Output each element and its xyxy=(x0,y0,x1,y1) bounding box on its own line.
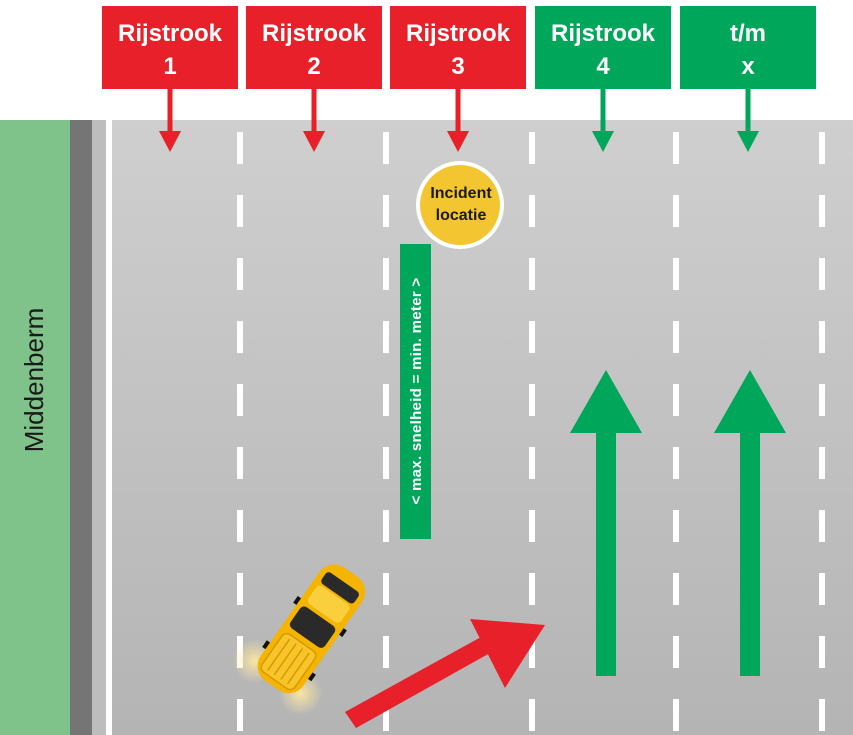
lane-sign-label-line1: t/m xyxy=(730,20,766,47)
incident-marker: Incident locatie xyxy=(416,161,504,249)
lane-sign-label-line2: 2 xyxy=(307,53,320,80)
lane-sign-label-line2: 4 xyxy=(596,53,610,80)
incident-label-line1: Incident xyxy=(430,185,492,202)
incident-label-line2: locatie xyxy=(436,207,487,224)
shoulder xyxy=(92,120,106,735)
incident-circle-fill xyxy=(420,165,500,245)
lane-sign-label-line2: 1 xyxy=(163,53,176,80)
lane-sign-label-line1: Rijstrook xyxy=(118,20,223,47)
lane-sign-label-line1: Rijstrook xyxy=(406,20,511,47)
edge-line xyxy=(106,120,112,735)
lane-sign-label-line1: Rijstrook xyxy=(262,20,367,47)
speed-sign: < max. snelheid = min. meter > xyxy=(400,244,431,539)
lane-sign-label-line1: Rijstrook xyxy=(551,20,656,47)
speed-sign-text: < max. snelheid = min. meter > xyxy=(408,277,425,504)
lane-sign-label-line2: x xyxy=(741,53,755,80)
barrier xyxy=(70,120,92,735)
lane-closure-diagram: Middenberm Rijstrook 1 Rijstrook 2 Rijstrook… xyxy=(0,6,853,735)
median-label: Middenberm xyxy=(19,308,49,453)
lane-sign-label-line2: 3 xyxy=(451,53,464,80)
